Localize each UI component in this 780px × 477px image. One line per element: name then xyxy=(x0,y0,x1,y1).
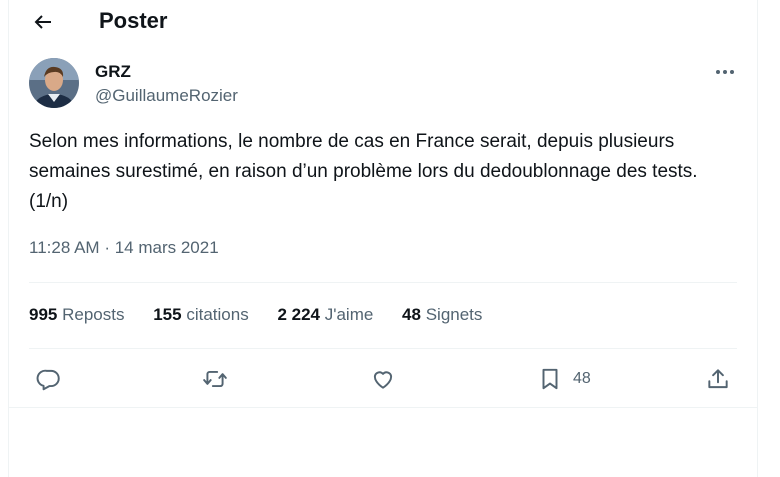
author-handle[interactable]: @GuillaumeRozier xyxy=(95,86,238,106)
avatar[interactable] xyxy=(29,58,79,108)
like-button[interactable] xyxy=(370,364,396,394)
tweet-text: Selon mes informations, le nombre de cas… xyxy=(29,131,698,212)
retweet-icon xyxy=(203,370,227,388)
page-header: Poster xyxy=(9,0,757,44)
timestamp-separator: · xyxy=(104,238,115,257)
bookmarks-count: 48 xyxy=(402,305,421,324)
divider xyxy=(9,407,757,408)
page-title: Poster xyxy=(99,8,168,33)
tweet-date[interactable]: 14 mars 2021 xyxy=(115,238,219,257)
bookmarks-stat[interactable]: 48 Signets xyxy=(402,303,482,327)
likes-count: 2 224 xyxy=(277,305,320,324)
tweet-page: Poster GRZ @GuillaumeRozier Selon mes in… xyxy=(8,0,758,477)
quotes-label: citations xyxy=(186,305,249,324)
divider xyxy=(29,282,737,283)
share-button[interactable] xyxy=(705,364,731,394)
quotes-stat[interactable]: 155 citations xyxy=(153,303,248,327)
bookmark-icon xyxy=(542,368,558,390)
engagement-stats: 995 Reposts 155 citations 2 224 J'aime 4… xyxy=(29,303,506,327)
retweet-button[interactable] xyxy=(202,364,228,394)
reply-button[interactable] xyxy=(36,364,62,394)
author-name[interactable]: GRZ xyxy=(95,62,131,82)
reposts-count: 995 xyxy=(29,305,58,324)
reposts-label: Reposts xyxy=(62,305,125,324)
likes-stat[interactable]: 2 224 J'aime xyxy=(277,303,373,327)
divider xyxy=(29,348,737,349)
bookmark-count: 48 xyxy=(573,370,591,387)
more-icon[interactable] xyxy=(707,58,743,86)
tweet-time[interactable]: 11:28 AM xyxy=(29,238,100,257)
quotes-count: 155 xyxy=(153,305,182,324)
reply-icon xyxy=(36,369,60,391)
likes-label: J'aime xyxy=(324,305,374,324)
bookmarks-label: Signets xyxy=(425,305,483,324)
share-icon xyxy=(708,369,728,389)
bookmark-button[interactable]: 48 xyxy=(537,364,591,394)
back-arrow-icon[interactable] xyxy=(31,10,55,34)
like-icon xyxy=(373,371,393,389)
reposts-stat[interactable]: 995 Reposts xyxy=(29,303,124,327)
tweet-timestamp: 11:28 AM · 14 mars 2021 xyxy=(29,236,219,260)
